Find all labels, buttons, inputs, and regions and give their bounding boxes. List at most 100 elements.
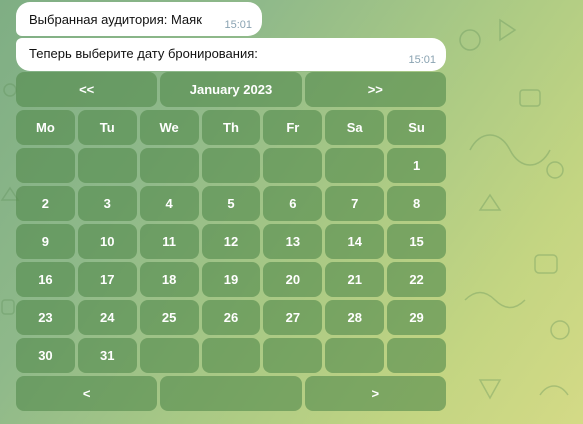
day-button-3[interactable]: 3 [77,186,137,221]
weekday-header-su[interactable]: Su [387,110,446,145]
button-label: 11 [162,234,176,249]
day-button-19[interactable]: 19 [201,262,261,297]
button-label: 9 [41,234,50,249]
button-label: 7 [351,196,359,211]
button-label: 19 [223,272,239,287]
day-button-13[interactable]: 13 [263,224,323,259]
day-button-31[interactable]: 31 [77,338,137,373]
day-button-23[interactable]: 23 [16,300,75,335]
button-label: 1 [412,158,421,173]
weekday-header-we[interactable]: We [139,110,199,145]
button-label: Mo [36,120,55,135]
prev-year-button[interactable]: << [16,72,158,107]
button-label: 4 [165,196,173,211]
day-button-12[interactable]: 12 [201,224,261,259]
empty-day-button[interactable] [16,148,75,183]
next-year-button[interactable]: >> [304,72,446,107]
empty-day-button[interactable] [201,148,261,183]
button-label: 10 [100,234,115,249]
button-label: 18 [161,272,177,287]
button-label: 5 [227,196,235,211]
button-label: 26 [223,310,239,325]
button-label: We [159,120,179,135]
day-button-8[interactable]: 8 [387,186,446,221]
message-text: Выбранная аудитория: Маяк [29,12,202,27]
button-label: 24 [100,310,115,325]
day-button-15[interactable]: 15 [387,224,446,259]
empty-day-button[interactable] [325,338,385,373]
button-label: 28 [347,310,362,325]
button-label: 20 [285,272,301,287]
blank-nav-button[interactable] [160,376,302,411]
button-label: Tu [99,120,115,135]
month-label-button[interactable]: January 2023 [160,72,302,107]
button-label: 27 [285,310,301,325]
button-label: 12 [223,234,239,249]
empty-day-button[interactable] [201,338,261,373]
button-label: >> [367,82,383,97]
button-label: > [371,386,380,401]
day-button-11[interactable]: 11 [139,224,199,259]
prev-month-button[interactable]: < [16,376,158,411]
day-button-27[interactable]: 27 [263,300,323,335]
day-button-17[interactable]: 17 [77,262,137,297]
button-label: 21 [347,272,362,287]
message-time: 15:01 [224,19,252,31]
message-time: 15:01 [408,54,436,66]
weekday-header-tu[interactable]: Tu [77,110,137,145]
weekday-header-th[interactable]: Th [201,110,261,145]
button-label: 2 [41,196,50,211]
day-button-1[interactable]: 1 [387,148,446,183]
empty-day-button[interactable] [387,338,446,373]
button-label: Sa [346,120,363,135]
empty-day-button[interactable] [77,148,137,183]
button-label: 6 [289,196,297,211]
day-button-9[interactable]: 9 [16,224,75,259]
day-button-30[interactable]: 30 [16,338,75,373]
day-button-26[interactable]: 26 [201,300,261,335]
button-label: < [82,386,91,401]
day-button-7[interactable]: 7 [325,186,385,221]
button-label: 8 [412,196,421,211]
button-label: 22 [409,272,424,287]
day-button-24[interactable]: 24 [77,300,137,335]
day-button-6[interactable]: 6 [263,186,323,221]
button-label: Su [408,120,425,135]
button-label: Th [223,120,239,135]
button-label: 30 [38,348,53,363]
button-label: 25 [161,310,177,325]
button-label: January 2023 [189,82,273,97]
button-label: 15 [409,234,424,249]
empty-day-button[interactable] [263,148,323,183]
day-button-28[interactable]: 28 [325,300,385,335]
next-month-button[interactable]: > [304,376,446,411]
weekday-header-fr[interactable]: Fr [263,110,323,145]
button-label: 3 [103,196,111,211]
day-button-10[interactable]: 10 [77,224,137,259]
button-label: 29 [409,310,424,325]
button-label: 16 [38,272,53,287]
button-label: Fr [286,120,300,135]
day-button-21[interactable]: 21 [325,262,385,297]
message-selected-room: Выбранная аудитория: Маяк 15:01 [16,2,262,36]
day-button-18[interactable]: 18 [139,262,199,297]
empty-day-button[interactable] [263,338,323,373]
button-label: 17 [100,272,115,287]
day-button-29[interactable]: 29 [387,300,446,335]
day-button-22[interactable]: 22 [387,262,446,297]
button-label: 23 [38,310,53,325]
day-button-4[interactable]: 4 [139,186,199,221]
day-button-20[interactable]: 20 [263,262,323,297]
message-text: Теперь выберите дату бронирования: [29,46,258,61]
empty-day-button[interactable] [325,148,385,183]
day-button-5[interactable]: 5 [201,186,261,221]
empty-day-button[interactable] [139,338,199,373]
day-button-16[interactable]: 16 [16,262,75,297]
weekday-header-sa[interactable]: Sa [325,110,385,145]
weekday-header-mo[interactable]: Mo [16,110,75,145]
day-button-14[interactable]: 14 [325,224,385,259]
day-button-2[interactable]: 2 [16,186,75,221]
message-choose-date: Теперь выберите дату бронирования: 15:01 [16,38,446,71]
day-button-25[interactable]: 25 [139,300,199,335]
empty-day-button[interactable] [139,148,199,183]
